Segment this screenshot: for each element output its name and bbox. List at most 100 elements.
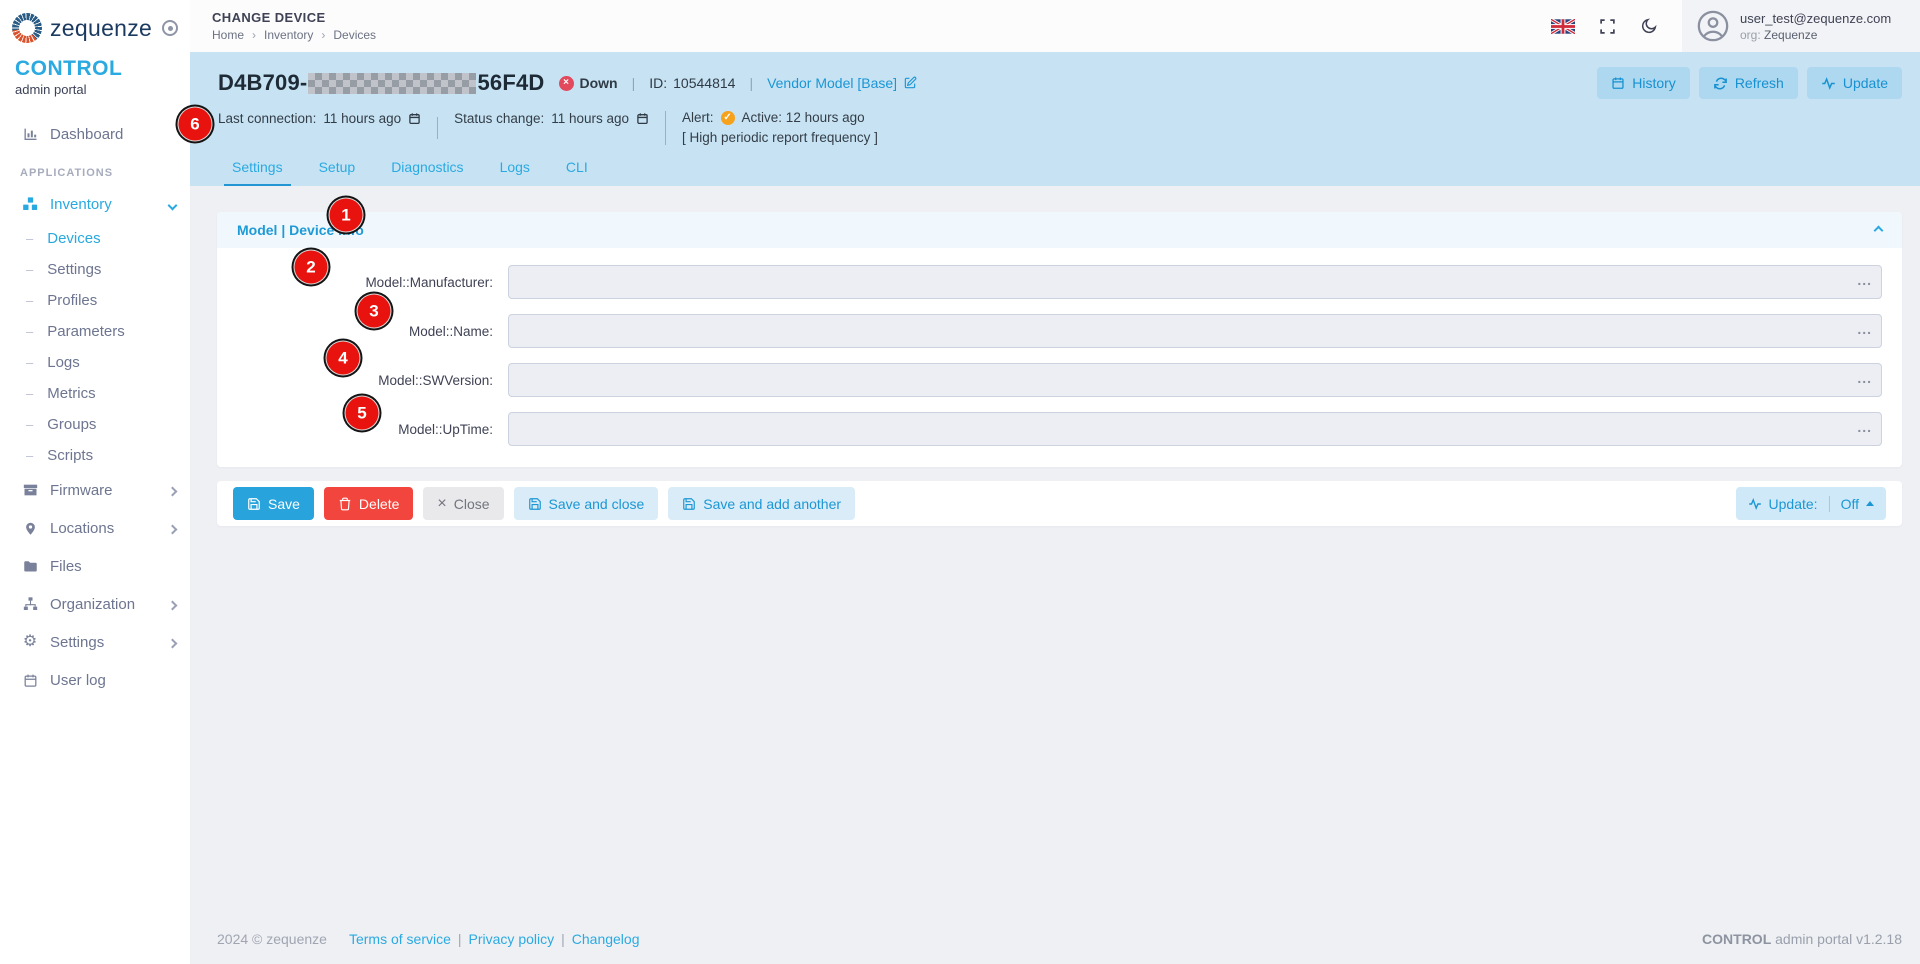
sidebar-item-label: Dashboard xyxy=(50,126,123,143)
history-button[interactable]: History xyxy=(1597,67,1690,99)
footer-link-changelog[interactable]: Changelog xyxy=(572,931,640,947)
dash-icon: – xyxy=(26,417,33,432)
field-more-button[interactable]: ... xyxy=(1857,371,1872,385)
annotation-badge-5: 5 xyxy=(346,397,379,430)
gears-icon: ⚙ xyxy=(20,633,40,651)
sidebar-item-groups[interactable]: –Groups xyxy=(0,409,190,440)
breadcrumb-home[interactable]: Home xyxy=(212,28,244,42)
sidebar-item-user-log[interactable]: User log xyxy=(0,661,190,699)
alert-active-icon: ✓ xyxy=(721,111,735,125)
sidebar-item-label: Inventory xyxy=(50,196,112,213)
sidebar-nav: Dashboard APPLICATIONS Inventory –Device… xyxy=(0,115,190,699)
sitemap-icon xyxy=(20,595,40,613)
user-email: user_test@zequenze.com xyxy=(1740,11,1891,26)
form-row-uptime: Model::UpTime: ... xyxy=(237,412,1882,446)
field-more-button[interactable]: ... xyxy=(1857,322,1872,336)
dark-mode-moon-icon[interactable] xyxy=(1640,17,1658,35)
update-toggle[interactable]: Update: Off xyxy=(1736,487,1886,520)
update-toggle-label: Update: xyxy=(1769,496,1818,512)
sidebar-item-parameters[interactable]: –Parameters xyxy=(0,316,190,347)
save-button[interactable]: Save xyxy=(233,487,314,520)
fullscreen-icon[interactable] xyxy=(1599,18,1616,35)
calendar-icon xyxy=(20,671,40,689)
user-avatar-icon xyxy=(1696,9,1730,43)
sidebar-item-firmware[interactable]: Firmware xyxy=(0,471,190,509)
chevron-down-icon xyxy=(169,196,176,213)
manufacturer-input[interactable] xyxy=(508,265,1882,299)
alert-detail: [ High periodic report frequency ] xyxy=(682,129,878,147)
tab-setup[interactable]: Setup xyxy=(311,159,364,186)
sidebar-item-label: Locations xyxy=(50,520,114,537)
tab-bar: Settings Setup Diagnostics Logs CLI xyxy=(218,159,1902,186)
sidebar-item-label: Devices xyxy=(47,230,100,247)
last-connection: Last connection: 11 hours ago xyxy=(218,109,421,126)
sidebar-item-label: Files xyxy=(50,558,82,575)
footer-link-terms[interactable]: Terms of service xyxy=(349,931,451,947)
close-button[interactable]: × Close xyxy=(423,487,503,520)
brand-block: CONTROL admin portal xyxy=(0,49,190,107)
panel-header[interactable]: Model | Device Info xyxy=(217,212,1902,248)
action-bar: Save Delete × Close Save and close Save … xyxy=(217,481,1902,526)
spacer xyxy=(217,526,1902,920)
tab-logs[interactable]: Logs xyxy=(492,159,538,186)
chevron-up-icon[interactable] xyxy=(1875,221,1882,239)
delete-button[interactable]: Delete xyxy=(324,487,413,520)
sidebar-item-devices[interactable]: –Devices xyxy=(0,223,190,254)
breadcrumb-inventory[interactable]: Inventory xyxy=(264,28,313,42)
form-row-swversion: Model::SWVersion: ... xyxy=(237,363,1882,397)
tab-diagnostics[interactable]: Diagnostics xyxy=(383,159,471,186)
alert-status: Active: 12 hours ago xyxy=(742,109,865,127)
sidebar-item-locations[interactable]: Locations xyxy=(0,509,190,547)
sidebar-item-settings[interactable]: ⚙ Settings xyxy=(0,623,190,661)
sidebar-item-scripts[interactable]: –Scripts xyxy=(0,440,190,471)
tab-settings[interactable]: Settings xyxy=(224,159,291,186)
sidebar-item-organization[interactable]: Organization xyxy=(0,585,190,623)
dash-icon: – xyxy=(26,386,33,401)
field-more-button[interactable]: ... xyxy=(1857,273,1872,287)
chevron-right-icon xyxy=(169,520,176,537)
calendar-picker-icon[interactable] xyxy=(408,112,421,125)
edit-icon xyxy=(903,76,917,90)
save-and-add-another-button[interactable]: Save and add another xyxy=(668,487,855,520)
separator: | xyxy=(561,931,565,947)
sidebar-item-profiles[interactable]: –Profiles xyxy=(0,285,190,316)
sidebar-item-label: Profiles xyxy=(47,292,97,309)
sidebar-item-label: Settings xyxy=(47,261,101,278)
chevron-right-icon xyxy=(169,634,176,651)
user-org: org: Zequenze xyxy=(1740,28,1891,42)
user-menu[interactable]: user_test@zequenze.com org: Zequenze xyxy=(1682,0,1920,52)
separator: | xyxy=(458,931,462,947)
save-and-add-another-label: Save and add another xyxy=(703,496,841,512)
field-label: Model::Name: xyxy=(237,324,493,339)
sidebar-item-files[interactable]: Files xyxy=(0,547,190,585)
name-input[interactable] xyxy=(508,314,1882,348)
sidebar-collapse-icon[interactable] xyxy=(162,20,178,36)
swversion-input[interactable] xyxy=(508,363,1882,397)
device-id: ID:10544814 xyxy=(649,75,735,91)
sidebar-item-dashboard[interactable]: Dashboard xyxy=(0,115,190,153)
tab-cli[interactable]: CLI xyxy=(558,159,596,186)
update-off-dropdown[interactable]: Off xyxy=(1829,496,1874,512)
chevron-right-icon xyxy=(169,482,176,499)
form-row-name: Model::Name: ... xyxy=(237,314,1882,348)
sidebar-item-metrics[interactable]: –Metrics xyxy=(0,378,190,409)
model-device-info-panel: Model | Device Info Model::Manufacturer:… xyxy=(217,212,1902,467)
calendar-picker-icon[interactable] xyxy=(636,112,649,125)
inventory-icon xyxy=(20,195,40,213)
sidebar-item-logs[interactable]: –Logs xyxy=(0,347,190,378)
field-more-button[interactable]: ... xyxy=(1857,420,1872,434)
vendor-model-link[interactable]: Vendor Model [Base] xyxy=(767,75,917,91)
footer-link-privacy[interactable]: Privacy policy xyxy=(469,931,555,947)
device-id-value: 10544814 xyxy=(673,75,735,91)
update-button[interactable]: Update xyxy=(1807,67,1902,99)
refresh-button[interactable]: Refresh xyxy=(1699,67,1798,99)
uptime-input[interactable] xyxy=(508,412,1882,446)
org-label: org: xyxy=(1740,28,1761,42)
annotation-badge-4: 4 xyxy=(327,342,360,375)
save-and-close-button[interactable]: Save and close xyxy=(514,487,659,520)
sidebar-item-inventory[interactable]: Inventory xyxy=(0,185,190,223)
save-icon xyxy=(682,497,696,511)
sidebar-item-settings-sub[interactable]: –Settings xyxy=(0,254,190,285)
language-flag-icon[interactable] xyxy=(1551,19,1575,34)
brand-name: CONTROL xyxy=(15,57,175,81)
